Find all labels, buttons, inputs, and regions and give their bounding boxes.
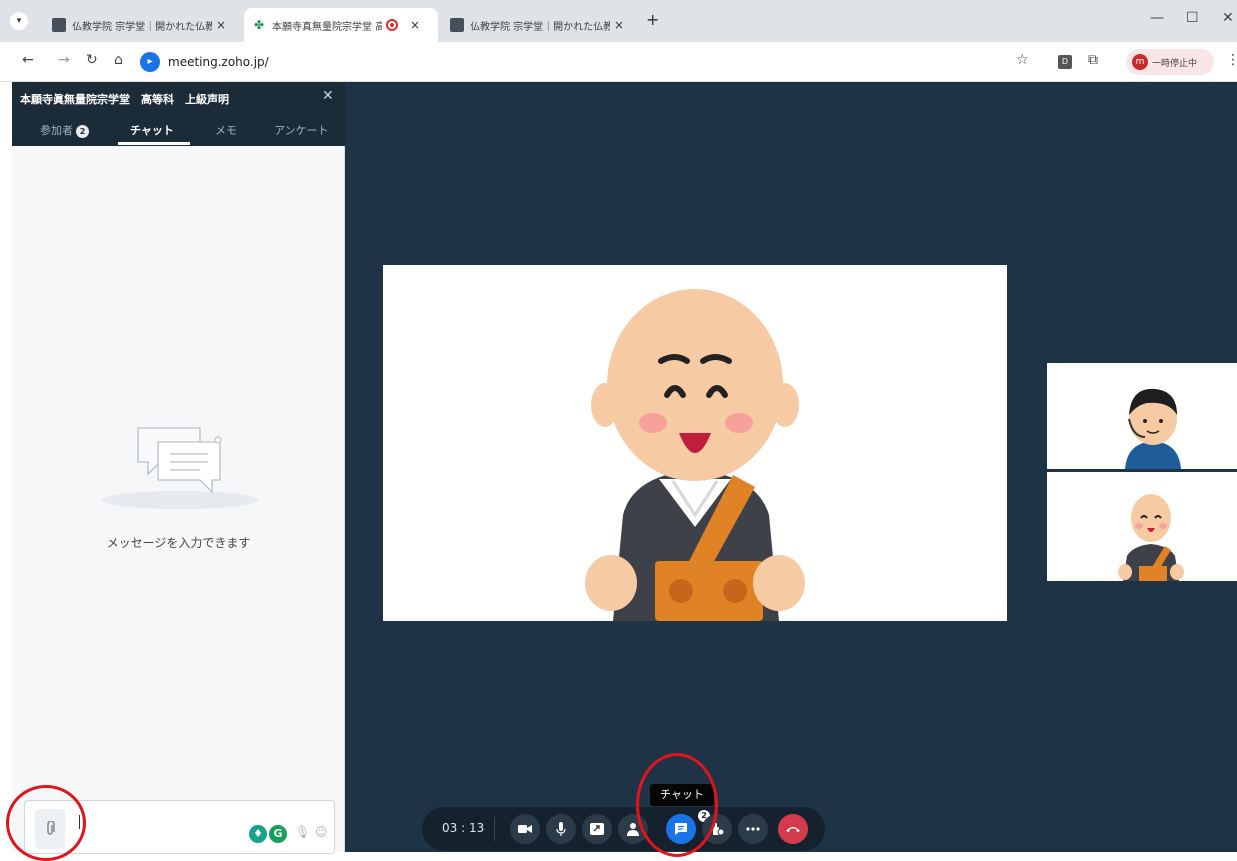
share-screen-button[interactable] [582, 814, 612, 844]
empty-chat-message: メッセージを入力できます [106, 536, 251, 550]
reload-icon[interactable]: ↻ [86, 52, 98, 68]
tab-close-icon[interactable]: × [614, 18, 624, 32]
tab-search-icon[interactable]: ▾ [10, 12, 28, 30]
camera-icon [518, 825, 532, 833]
video-stage: チャット 03 : 13 2 [345, 82, 1237, 852]
avatar: m [1132, 54, 1148, 70]
site-info-icon[interactable]: ▸ [140, 52, 160, 72]
profile-status: 一時停止中 [1152, 58, 1198, 69]
menu-kebab-icon[interactable]: ⋮ [1226, 52, 1237, 68]
meeting-control-bar: 03 : 13 2 [422, 807, 825, 851]
meeting-title: 本願寺眞無量院宗学堂 高等科 上級声明 [20, 93, 229, 106]
annotation-circle-chat [636, 753, 718, 857]
browser-tab[interactable]: 仏教学院 宗学堂｜開かれた仏教 × [44, 8, 240, 42]
panel-header: 本願寺眞無量院宗学堂 高等科 上級声明 ✕ 参加者 2 チャット メモ アンケート [12, 82, 345, 146]
tab-title: 本願寺真無量院宗学堂 高 [272, 21, 382, 33]
home-icon[interactable]: ⌂ [114, 52, 123, 68]
tab-close-icon[interactable]: × [410, 18, 420, 32]
microphone-button[interactable] [546, 814, 576, 844]
back-icon[interactable]: ← [22, 52, 34, 68]
end-call-button[interactable] [778, 814, 808, 844]
browser-toolbar: ← → ↻ ⌂ ▸ meeting.zoho.jp/ ☆ D ⧉ m 一時停止中… [0, 42, 1237, 82]
main-video-tile[interactable] [383, 265, 1007, 621]
profile-button[interactable]: m 一時停止中 [1126, 49, 1214, 75]
participant-avatar-image [1125, 388, 1181, 469]
voice-input-icon[interactable]: 🎙 [295, 825, 310, 839]
annotation-circle-attach [6, 785, 86, 861]
site-favicon-icon [450, 18, 464, 32]
tab-title: 仏教学院 宗学堂｜開かれた仏教 [470, 21, 610, 33]
active-tab-indicator [118, 142, 190, 145]
camera-button[interactable] [510, 814, 540, 844]
extension-icon[interactable]: D [1058, 55, 1072, 69]
browser-tab-active[interactable]: ✤ 本願寺真無量院宗学堂 高 × [244, 8, 438, 42]
minimize-icon[interactable]: — [1150, 10, 1164, 26]
share-screen-icon [590, 823, 604, 835]
extensions-puzzle-icon[interactable]: ⧉ [1088, 52, 1098, 68]
participants-badge: 2 [76, 125, 89, 138]
recording-indicator-icon [386, 19, 398, 31]
tab-participants[interactable]: 参加者 2 [40, 122, 89, 138]
monk-avatar-image [1118, 494, 1184, 581]
tab-label: 参加者 [40, 124, 73, 137]
window-close-icon[interactable]: ✕ [1222, 10, 1234, 26]
more-options-button[interactable] [738, 814, 768, 844]
tab-polls[interactable]: アンケート [274, 122, 329, 138]
grammarly-icon[interactable]: G [269, 825, 287, 843]
grammarly-widget[interactable]: ♦ G [249, 825, 287, 843]
empty-chat-illustration-icon [102, 427, 258, 509]
monk-avatar-image [585, 289, 805, 621]
more-icon [746, 827, 760, 831]
chat-panel: 本願寺眞無量院宗学堂 高等科 上級声明 ✕ 参加者 2 チャット メモ アンケート… [12, 82, 345, 854]
url-text[interactable]: meeting.zoho.jp/ [168, 55, 269, 69]
meeting-timer: 03 : 13 [442, 821, 485, 835]
close-panel-icon[interactable]: ✕ [322, 88, 334, 104]
tab-close-icon[interactable]: × [216, 18, 226, 32]
forward-icon[interactable]: → [58, 52, 70, 68]
emoji-icon[interactable]: ☺ [315, 825, 328, 839]
address-bar[interactable]: ▸ meeting.zoho.jp/ [140, 48, 1040, 76]
microphone-icon [556, 822, 566, 836]
site-favicon-icon [52, 18, 66, 32]
tab-notes[interactable]: メモ [215, 122, 237, 138]
suggestion-bulb-icon[interactable]: ♦ [249, 825, 267, 843]
participant-video-tile[interactable] [1047, 363, 1237, 469]
tab-chat[interactable]: チャット [130, 122, 174, 138]
bookmark-star-icon[interactable]: ☆ [1016, 52, 1029, 68]
tab-title: 仏教学院 宗学堂｜開かれた仏教 [72, 21, 212, 33]
maximize-icon[interactable]: ☐ [1186, 10, 1199, 26]
zoho-favicon-icon: ✤ [253, 18, 265, 32]
browser-tab-strip: ▾ 仏教学院 宗学堂｜開かれた仏教 × ✤ 本願寺真無量院宗学堂 高 × 仏教学… [0, 0, 1237, 42]
browser-tab[interactable]: 仏教学院 宗学堂｜開かれた仏教 × [442, 8, 638, 42]
control-divider [494, 817, 495, 841]
participant-video-tile[interactable] [1047, 472, 1237, 581]
hang-up-icon [786, 827, 800, 832]
new-tab-button[interactable]: + [646, 10, 659, 29]
